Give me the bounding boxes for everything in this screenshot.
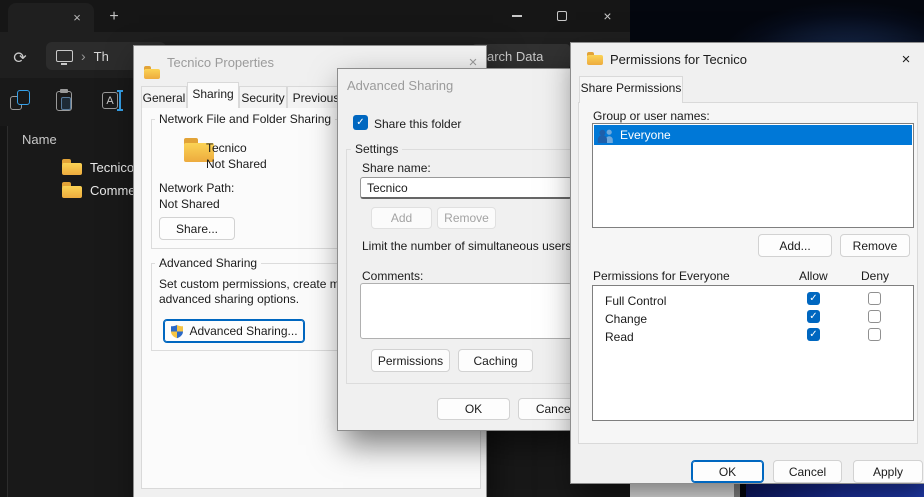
advanced-sharing-desc-line1: Set custom permissions, create multip [159, 277, 362, 291]
add-group-button[interactable]: Add... [758, 234, 832, 257]
folder-name: Tecnico [206, 141, 247, 155]
check-icon: ✓ [809, 293, 817, 304]
copy-button[interactable] [10, 90, 32, 112]
maximize-icon [557, 11, 567, 21]
check-icon: ✓ [809, 329, 817, 340]
paste-icon-sheet [61, 97, 71, 110]
share-name-label: Share name: [362, 161, 431, 175]
permissions-dialog: Permissions for Tecnico × Share Permissi… [570, 42, 924, 484]
tab-close-icon[interactable]: × [68, 8, 86, 26]
allow-change-checkbox[interactable]: ✓ [807, 310, 820, 323]
network-sharing-group-title: Network File and Folder Sharing [155, 112, 335, 126]
permission-row-label: Change [605, 312, 647, 326]
minimize-icon [512, 15, 522, 17]
tab-security[interactable]: Security [239, 86, 287, 108]
advanced-sharing-button-label: Advanced Sharing... [189, 324, 297, 338]
check-icon: ✓ [809, 311, 817, 322]
allow-column-header: Allow [799, 269, 828, 283]
share-this-folder-label: Share this folder [374, 117, 461, 131]
screen: × + × ⟳ › Th arch Data A Name [0, 0, 924, 497]
list-item-everyone[interactable]: Everyone [594, 125, 912, 145]
refresh-icon: ⟳ [13, 48, 26, 68]
share-this-folder-checkbox[interactable]: ✓ [353, 115, 368, 130]
share-button[interactable]: Share... [159, 217, 235, 240]
folder-share-status: Not Shared [206, 157, 267, 171]
advanced-cancel-button[interactable]: Cancel [518, 398, 573, 420]
network-path-value: Not Shared [159, 197, 220, 211]
maximize-button[interactable] [539, 0, 584, 32]
advanced-sharing-desc-line2: advanced sharing options. [159, 292, 299, 306]
add-share-button[interactable]: Add [371, 207, 432, 229]
limit-users-label: Limit the number of simultaneous users t… [362, 239, 573, 253]
close-button[interactable]: × [585, 0, 630, 32]
advanced-ok-button[interactable]: OK [437, 398, 510, 420]
advanced-sharing-dialog-title: Advanced Sharing [347, 78, 453, 93]
remove-share-button[interactable]: Remove [437, 207, 496, 229]
rename-button[interactable]: A [102, 90, 124, 112]
permissions-cancel-button[interactable]: Cancel [773, 460, 842, 483]
remove-group-button[interactable]: Remove [840, 234, 910, 257]
permissions-ok-button[interactable]: OK [691, 460, 764, 483]
network-path-label: Network Path: [159, 181, 234, 195]
rename-cursor-icon [119, 90, 121, 111]
properties-dialog-title: Tecnico Properties [167, 55, 274, 70]
permission-row-label: Read [605, 330, 634, 344]
check-icon: ✓ [356, 117, 364, 128]
allow-full-control-checkbox[interactable]: ✓ [807, 292, 820, 305]
folder-icon [62, 182, 82, 198]
caching-button[interactable]: Caching [458, 349, 533, 372]
copy-icon-front [17, 90, 30, 105]
paste-button[interactable] [54, 90, 76, 112]
permissions-button[interactable]: Permissions [371, 349, 450, 372]
deny-full-control-checkbox[interactable] [868, 292, 881, 305]
file-row-label: Tecnico [90, 160, 134, 175]
tab-share-permissions[interactable]: Share Permissions [579, 76, 683, 103]
folder-icon [62, 159, 82, 175]
list-item-label: Everyone [620, 128, 671, 142]
permissions-dialog-title: Permissions for Tecnico [610, 52, 747, 67]
close-icon[interactable]: × [897, 50, 915, 68]
allow-read-checkbox[interactable]: ✓ [807, 328, 820, 341]
rename-icon: A [102, 92, 118, 109]
explorer-active-tab[interactable]: × [8, 3, 94, 32]
share-name-input[interactable] [360, 177, 572, 199]
permission-row-label: Full Control [605, 294, 666, 308]
minimize-button[interactable] [494, 0, 539, 32]
this-pc-icon [56, 50, 73, 62]
tab-sharing[interactable]: Sharing [187, 82, 239, 108]
folder-icon [587, 52, 603, 65]
refresh-button[interactable]: ⟳ [10, 48, 30, 68]
group-users-icon [597, 128, 615, 143]
new-tab-button[interactable]: + [104, 7, 124, 27]
deny-change-checkbox[interactable] [868, 310, 881, 323]
group-user-listbox[interactable]: Everyone [592, 123, 914, 228]
permissions-table-header: Permissions for Everyone [593, 269, 730, 283]
deny-column-header: Deny [861, 269, 889, 283]
column-header-name[interactable]: Name [22, 132, 57, 147]
comments-label: Comments: [362, 269, 423, 283]
chevron-right-icon: › [81, 48, 86, 64]
advanced-sharing-group-title: Advanced Sharing [155, 256, 261, 270]
advanced-sharing-dialog: Advanced Sharing ✓ Share this folder Set… [337, 68, 573, 431]
permissions-listbox[interactable]: Full Control ✓ Change ✓ Read ✓ [592, 285, 914, 421]
advanced-sharing-button[interactable]: Advanced Sharing... [163, 319, 305, 343]
uac-shield-icon [170, 324, 184, 339]
pane-divider [0, 126, 8, 497]
permissions-apply-button[interactable]: Apply [853, 460, 923, 483]
comments-textarea[interactable] [360, 283, 572, 339]
group-user-names-label: Group or user names: [593, 109, 710, 123]
settings-group-title: Settings [351, 142, 402, 156]
breadcrumb-text[interactable]: Th [94, 49, 109, 64]
tab-general[interactable]: General [141, 86, 187, 108]
close-icon: × [603, 9, 611, 23]
folder-icon [144, 66, 160, 79]
deny-read-checkbox[interactable] [868, 328, 881, 341]
paste-icon-clip [60, 89, 68, 93]
